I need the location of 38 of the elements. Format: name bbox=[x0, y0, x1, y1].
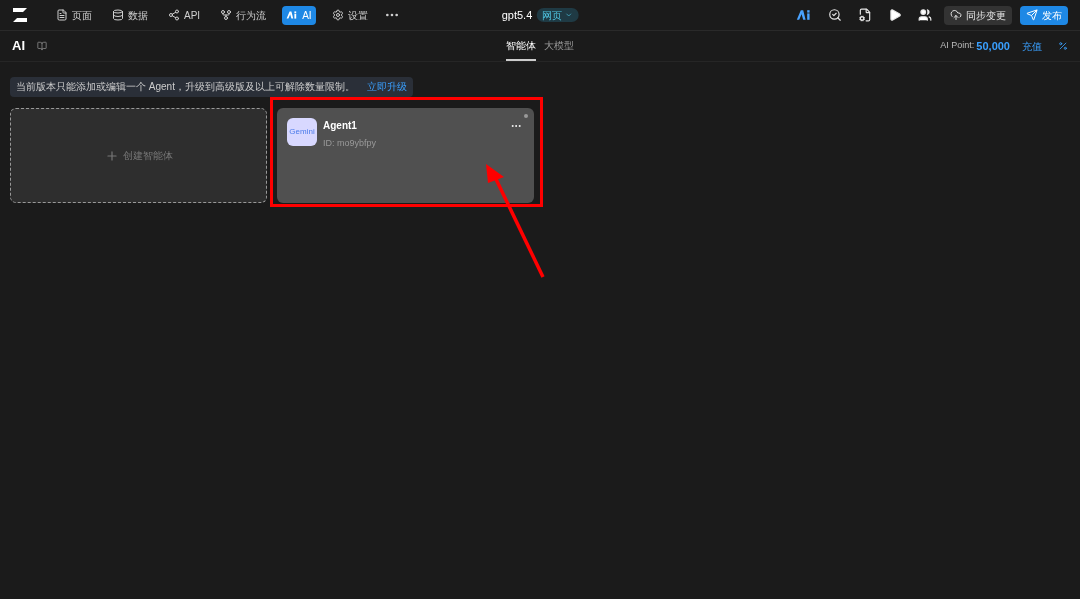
view-tab[interactable]: 大模型 bbox=[544, 31, 574, 61]
nav-tab[interactable]: API bbox=[164, 5, 205, 25]
recharge-link[interactable]: 充值 bbox=[1022, 38, 1042, 54]
nav-tab[interactable]: AI bbox=[282, 5, 316, 25]
nav-tab[interactable]: 行为流 bbox=[216, 5, 271, 25]
page-title: AI bbox=[12, 37, 25, 56]
gear-icon bbox=[331, 9, 344, 21]
page-icon bbox=[56, 9, 68, 21]
publish-button[interactable]: 发布 bbox=[1020, 5, 1068, 25]
file-settings-icon[interactable] bbox=[858, 8, 872, 22]
project-name: gpt5.4 bbox=[501, 7, 533, 23]
notice-text: 当前版本只能添加或编辑一个 Agent，升级到高级版及以上可解除数量限制。 bbox=[16, 80, 355, 94]
agent-card[interactable]: Gemini Agent1 ID: mo9ybfpy bbox=[277, 108, 534, 203]
ai-logo-icon bbox=[796, 9, 812, 21]
ai-logo-icon bbox=[286, 9, 299, 21]
sync-button[interactable]: 同步变更 bbox=[944, 5, 1012, 25]
percent-icon[interactable] bbox=[1058, 41, 1068, 51]
users-icon[interactable] bbox=[918, 8, 932, 22]
book-icon[interactable] bbox=[37, 41, 47, 51]
platform-dropdown[interactable]: 网页 bbox=[536, 8, 579, 22]
view-tab[interactable]: 智能体 bbox=[506, 31, 536, 61]
nav-tab[interactable]: 数据 bbox=[108, 5, 152, 25]
play-icon[interactable] bbox=[888, 8, 902, 22]
agent-name: Agent1 bbox=[323, 119, 358, 133]
points-value: 50,000 bbox=[976, 38, 1010, 54]
plus-icon bbox=[104, 148, 119, 163]
caret-icon bbox=[564, 11, 573, 19]
send-icon bbox=[1026, 9, 1038, 21]
cloud-icon bbox=[950, 9, 962, 21]
database-icon bbox=[112, 9, 124, 21]
avatar-logo-text: Gemini bbox=[289, 126, 315, 138]
upgrade-link[interactable]: 立即升级 bbox=[366, 79, 407, 94]
nav-tab[interactable]: 页面 bbox=[52, 5, 96, 25]
points-label: AI Point: bbox=[940, 39, 975, 53]
agent-id: ID: mo9ybfpy bbox=[323, 137, 377, 150]
nav-tab[interactable]: 设置 bbox=[327, 5, 372, 25]
search-icon[interactable] bbox=[828, 8, 842, 22]
app-logo-icon[interactable] bbox=[12, 7, 28, 23]
